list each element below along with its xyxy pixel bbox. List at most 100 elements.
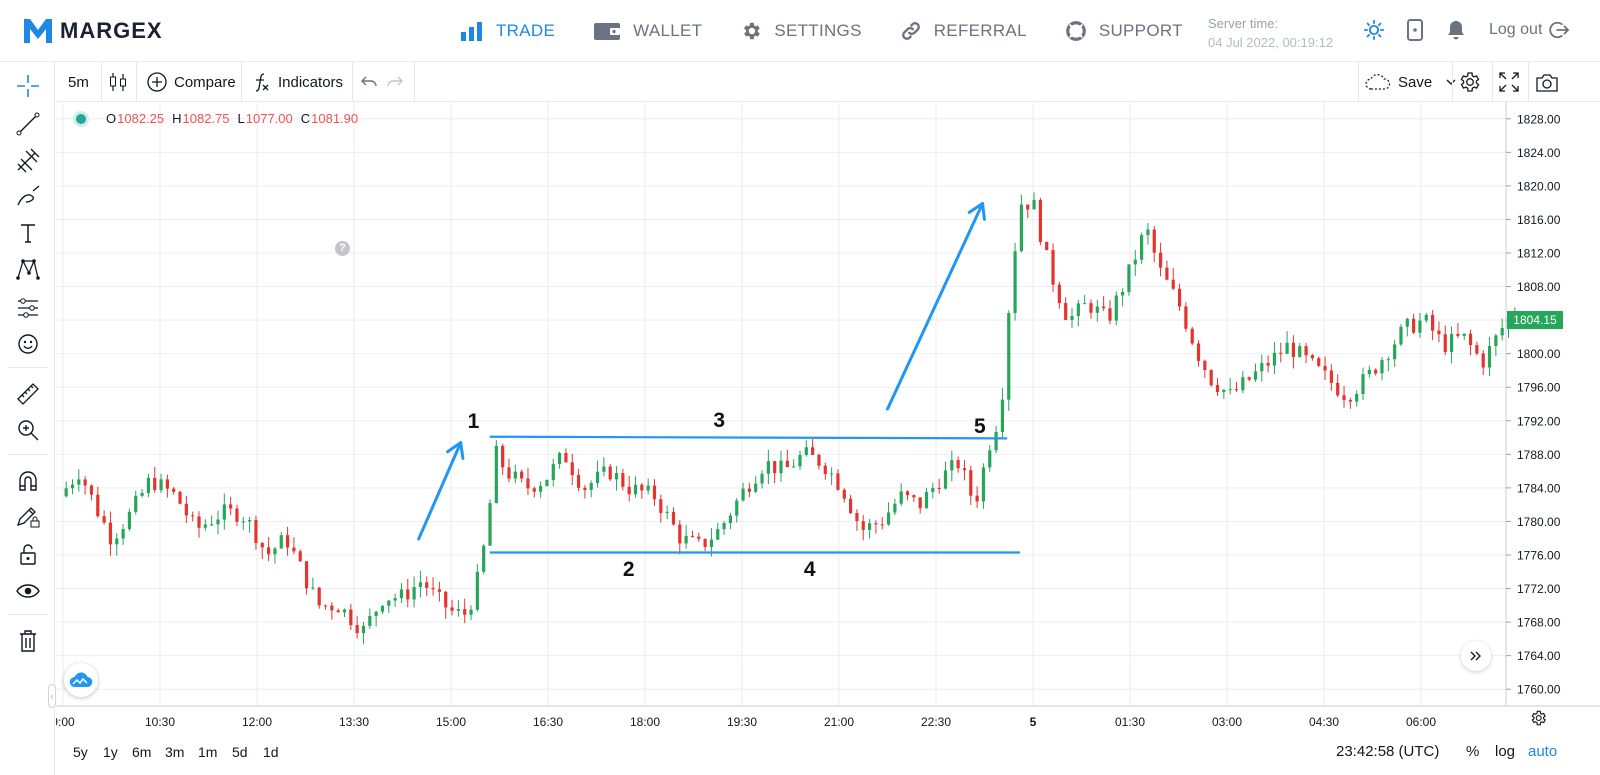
lifebuoy-icon xyxy=(1065,21,1086,41)
percent-toggle[interactable]: % xyxy=(1466,735,1479,769)
candle xyxy=(1336,374,1340,398)
time-tick-label: 21:00 xyxy=(824,715,854,729)
lock-drawing-tool[interactable] xyxy=(14,503,42,531)
candle xyxy=(216,510,220,535)
candle xyxy=(614,466,619,491)
candle xyxy=(880,517,884,530)
candle xyxy=(1177,283,1182,311)
range-1m[interactable]: 1m xyxy=(198,735,217,775)
remove-drawings-tool[interactable] xyxy=(14,627,42,655)
server-time: Server time: 04 Jul 2022, 00:19:12 xyxy=(1208,14,1333,52)
text-tool[interactable] xyxy=(14,219,42,247)
save-layout-button[interactable]: Save xyxy=(1364,62,1458,102)
range-3m[interactable]: 3m xyxy=(165,735,184,775)
range-1y[interactable]: 1y xyxy=(103,735,118,775)
nav-label: WALLET xyxy=(633,21,703,40)
theme-toggle[interactable] xyxy=(1362,18,1386,42)
candle-body xyxy=(1342,395,1346,401)
axis-settings-button[interactable] xyxy=(1528,708,1548,728)
zoom-tool[interactable] xyxy=(14,416,42,444)
help-marker[interactable]: ? xyxy=(335,241,350,256)
tradingview-logo[interactable] xyxy=(64,663,98,697)
candle xyxy=(349,603,353,631)
chart-type-button[interactable] xyxy=(108,62,134,102)
price-chart[interactable]: 1828.00 1824.00 1820.00 1816.00 1812.00 1808.… xyxy=(56,102,1600,729)
candle xyxy=(1184,302,1188,332)
toolbar-divider xyxy=(8,614,48,615)
logo[interactable]: MARGEX xyxy=(22,16,163,46)
logout-button[interactable]: Log out xyxy=(1489,20,1570,40)
range-5y[interactable]: 5y xyxy=(73,735,88,775)
interval-button[interactable]: 5m xyxy=(68,62,89,102)
nav-settings[interactable]: SETTINGS xyxy=(740,20,861,42)
candle-body xyxy=(924,491,929,509)
price-tick-label: 1772.00 xyxy=(1517,582,1561,596)
candle xyxy=(1057,281,1061,309)
utc-clock[interactable]: 23:42:58 (UTC) xyxy=(1336,735,1439,769)
notifications-button[interactable] xyxy=(1444,18,1468,42)
price-tick-label: 1764.00 xyxy=(1517,649,1561,663)
candle xyxy=(962,460,967,481)
candle xyxy=(368,608,372,629)
candle-body xyxy=(608,466,612,480)
undo-button[interactable] xyxy=(360,62,384,102)
chart-canvas[interactable]: 1828.00 1824.00 1820.00 1816.00 1812.00 1808.… xyxy=(56,102,1600,735)
pitchfork-tool[interactable] xyxy=(14,146,42,174)
candle-body xyxy=(203,524,207,528)
eye-icon xyxy=(16,584,40,598)
candle-body xyxy=(304,561,309,589)
candle-body xyxy=(671,511,676,525)
range-5d[interactable]: 5d xyxy=(232,735,248,775)
candle-body xyxy=(1019,204,1024,252)
emoji-tool[interactable] xyxy=(14,330,42,358)
measure-tool[interactable] xyxy=(14,294,42,322)
time-tick-label: 16:30 xyxy=(533,715,563,729)
candle-body xyxy=(937,487,941,489)
chart-settings-button[interactable] xyxy=(1457,62,1487,102)
candle xyxy=(1374,368,1378,376)
trend-line-tool[interactable] xyxy=(14,110,42,138)
candle-body xyxy=(1266,363,1270,366)
indicators-button[interactable]: Indicators xyxy=(252,62,343,102)
candle xyxy=(235,504,239,527)
candle-body xyxy=(1102,306,1106,309)
nav-wallet[interactable]: WALLET xyxy=(593,21,702,41)
nav-support[interactable]: SUPPORT xyxy=(1065,20,1183,42)
range-6m[interactable]: 6m xyxy=(132,735,151,775)
hide-tool[interactable] xyxy=(14,577,42,605)
candle xyxy=(722,521,726,535)
candle-body xyxy=(1443,334,1447,353)
fullscreen-button[interactable] xyxy=(1497,62,1527,102)
lock-all-tool[interactable] xyxy=(14,540,42,568)
mobile-app-button[interactable] xyxy=(1403,18,1427,42)
range-1d[interactable]: 1d xyxy=(263,735,279,775)
snapshot-button[interactable] xyxy=(1535,62,1565,102)
candle xyxy=(191,511,195,522)
candle xyxy=(469,605,473,621)
candle xyxy=(1064,297,1068,321)
nav-label: REFERRAL xyxy=(933,21,1027,40)
candle xyxy=(437,581,442,602)
brush-icon xyxy=(17,185,40,206)
collapse-toolbar-button[interactable]: ‹ xyxy=(48,684,56,708)
toolbar-divider xyxy=(8,454,48,455)
pattern-tool[interactable] xyxy=(14,255,42,283)
candle-body xyxy=(1348,400,1352,402)
bell-icon xyxy=(1448,21,1464,40)
log-toggle[interactable]: log xyxy=(1495,735,1515,769)
candle-body xyxy=(108,522,113,545)
brush-tool[interactable] xyxy=(14,182,42,210)
crosshair-tool[interactable] xyxy=(14,72,42,100)
header-actions: Log out xyxy=(1362,18,1570,42)
top-bar: MARGEX TRADE WALLET SETTINGS REFERRAL SU… xyxy=(0,0,1600,62)
gear-icon xyxy=(1460,72,1480,92)
magnet-tool[interactable] xyxy=(14,467,42,495)
auto-toggle[interactable]: auto xyxy=(1528,735,1557,769)
ruler-tool[interactable] xyxy=(14,380,42,408)
redo-button[interactable] xyxy=(386,62,410,102)
nav-referral[interactable]: REFERRAL xyxy=(900,20,1027,42)
compare-button[interactable]: Compare xyxy=(146,62,236,102)
scroll-to-realtime-button[interactable] xyxy=(1461,641,1491,671)
candle xyxy=(248,516,252,533)
nav-trade[interactable]: TRADE xyxy=(460,21,555,41)
